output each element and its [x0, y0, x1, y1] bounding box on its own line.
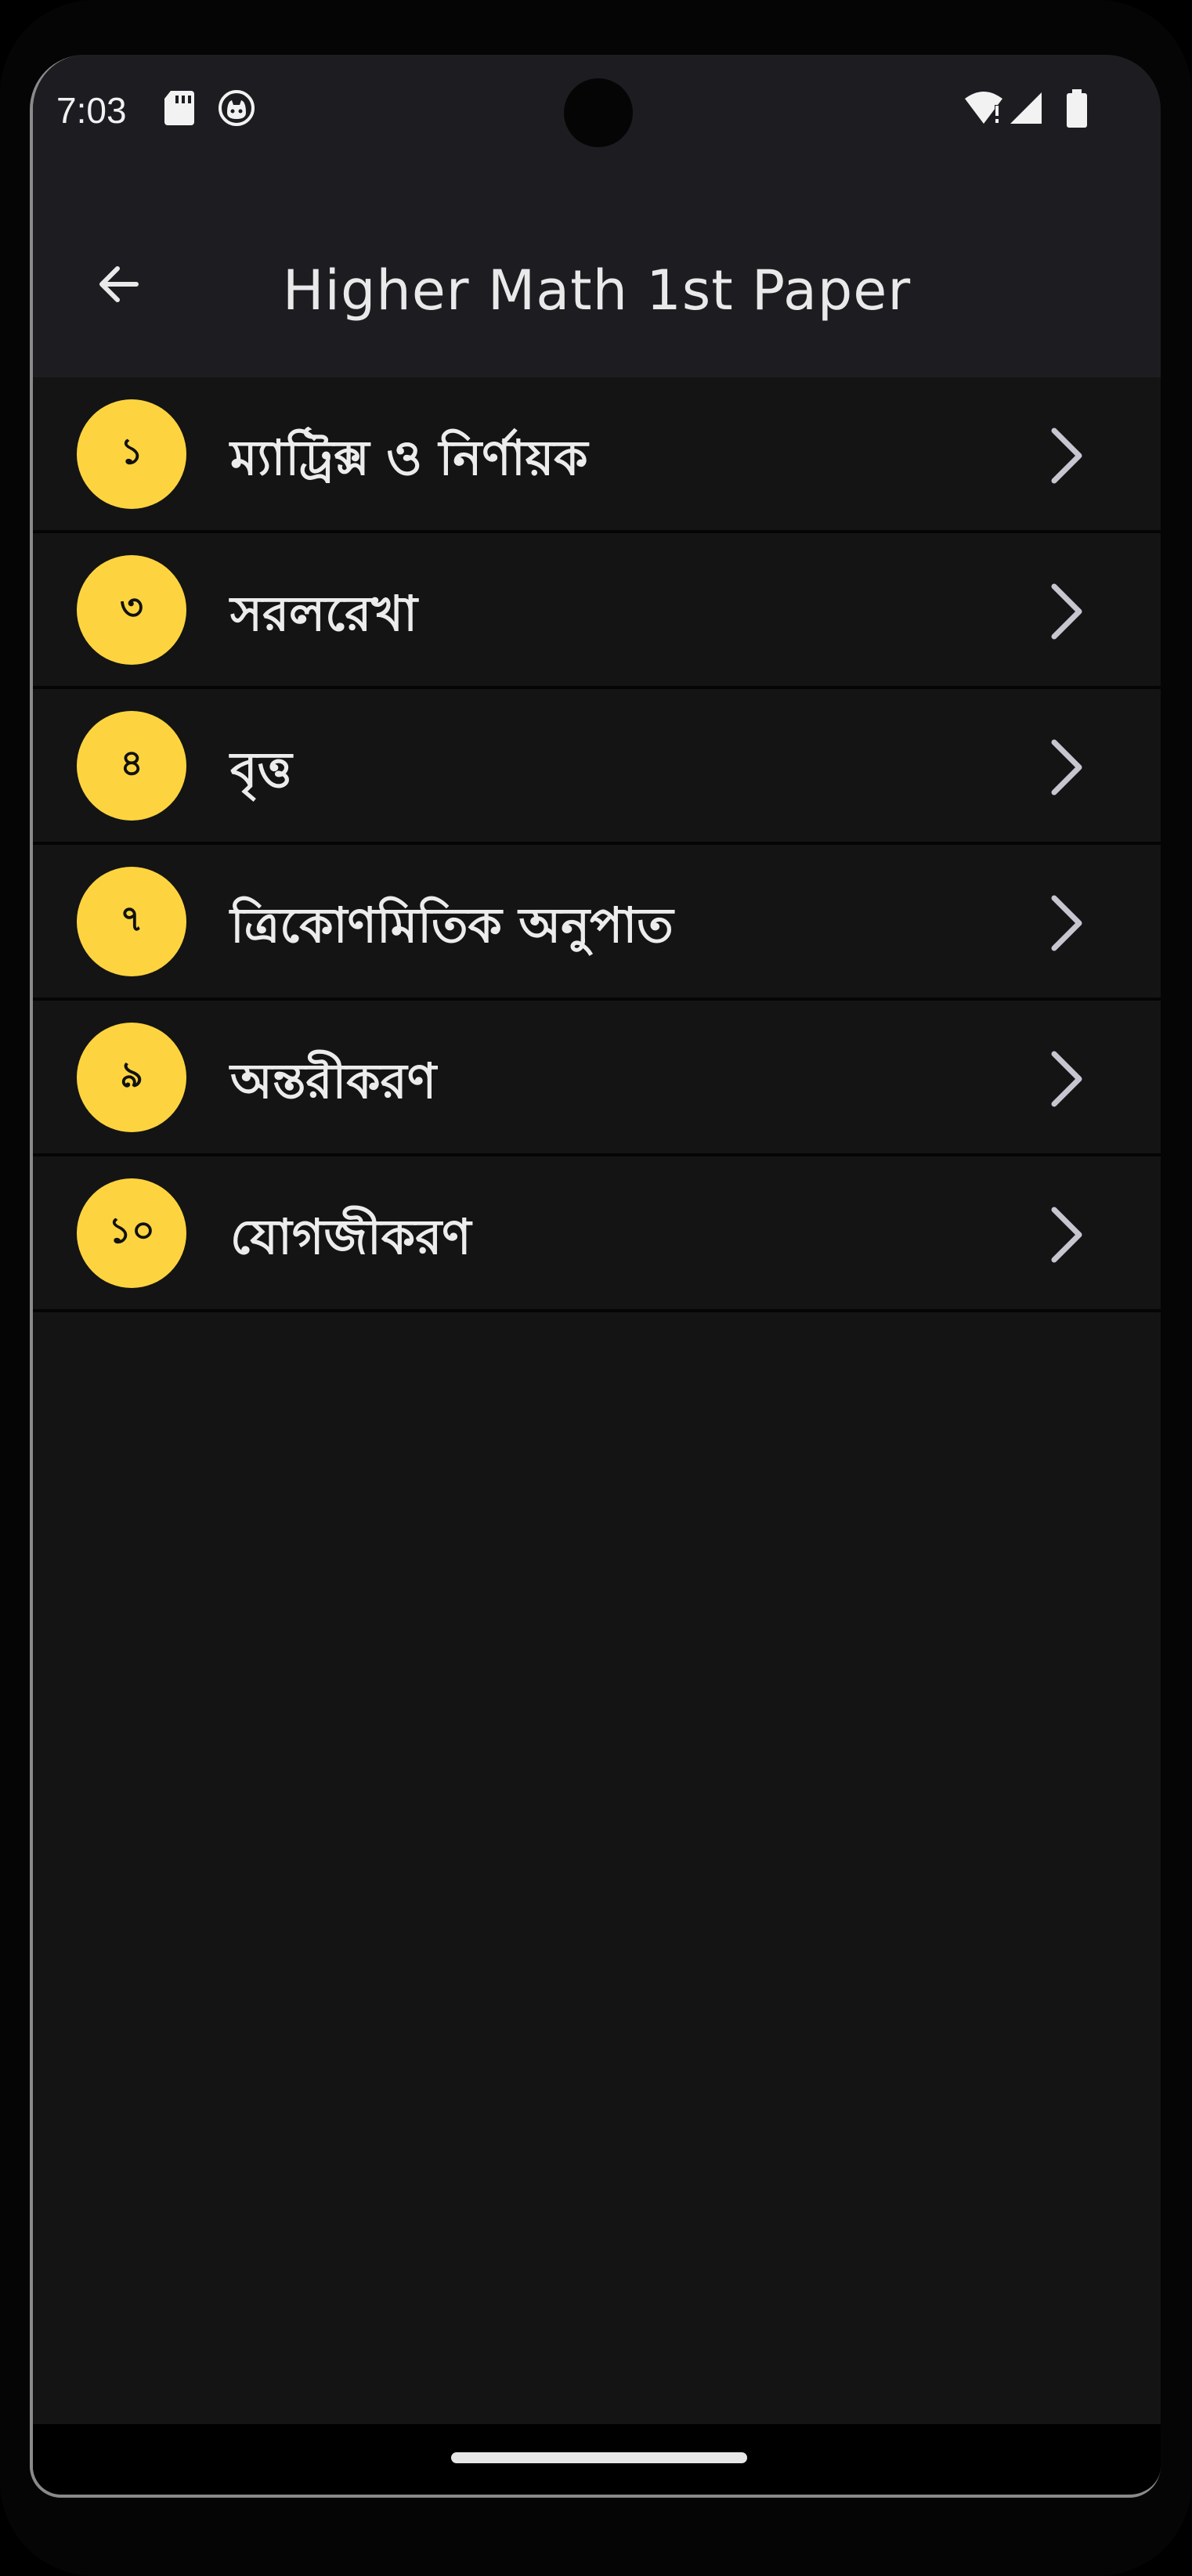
chapter-row[interactable]: ৪ বৃত্ত: [33, 689, 1161, 845]
chapter-number-badge: ৩: [77, 555, 186, 665]
chapter-number-badge: ১: [77, 399, 186, 509]
chapter-number-badge: ৪: [77, 711, 186, 821]
chapter-title: ত্রিকোণমিতিক অনুপাত: [230, 897, 674, 954]
chapter-number-badge: ৭: [77, 867, 186, 976]
screen: 7:03 Higher Math 1st Paper ১ ম্যাট্রিক্স…: [30, 55, 1161, 2498]
chapter-title: বৃত্ত: [230, 741, 292, 798]
chapter-title: যোগজীকরণ: [230, 1208, 471, 1265]
page-title: Higher Math 1st Paper: [282, 258, 912, 323]
chapter-row[interactable]: ৭ ত্রিকোণমিতিক অনুপাত: [33, 845, 1161, 1001]
chapter-number-badge: ১০: [77, 1178, 186, 1288]
chevron-right-icon: [1035, 580, 1098, 643]
chevron-right-icon: [1035, 892, 1098, 954]
chapter-row[interactable]: ৩ সরলরেখা: [33, 533, 1161, 689]
gesture-navigation-bar: [33, 2424, 1161, 2495]
signal-icon: [1007, 89, 1045, 130]
front-camera: [564, 78, 633, 147]
chapter-row[interactable]: ১০ যোগজীকরণ: [33, 1156, 1161, 1312]
chapter-title: অন্তরীকরণ: [230, 1052, 437, 1109]
battery-icon: [1065, 89, 1089, 132]
app-bar: Higher Math 1st Paper: [33, 172, 1161, 377]
chapter-row[interactable]: ১ ম্যাট্রিক্স ও নির্ণায়ক: [33, 377, 1161, 533]
chapter-row[interactable]: ৯ অন্তরীকরণ: [33, 1001, 1161, 1156]
home-gesture-handle[interactable]: [451, 2452, 747, 2463]
status-bar: 7:03: [33, 55, 1161, 172]
phone-frame: 7:03 Higher Math 1st Paper ১ ম্যাট্রিক্স…: [0, 0, 1192, 2576]
sd-card-icon: [163, 89, 196, 130]
chapter-title: সরলরেখা: [230, 585, 417, 642]
chevron-right-icon: [1035, 736, 1098, 799]
chapter-title: ম্যাট্রিক্স ও নির্ণায়ক: [230, 429, 588, 486]
chevron-right-icon: [1035, 1048, 1098, 1110]
chapter-list: ১ ম্যাট্রিক্স ও নির্ণায়ক ৩ সরলরেখা ৪ বৃ…: [33, 377, 1161, 1312]
chapter-number-badge: ৯: [77, 1023, 186, 1132]
cat-face-icon: [218, 89, 255, 130]
chevron-right-icon: [1035, 1203, 1098, 1266]
status-time: 7:03: [56, 90, 127, 131]
chevron-right-icon: [1035, 424, 1098, 487]
wifi-alert-icon: [963, 89, 1006, 130]
